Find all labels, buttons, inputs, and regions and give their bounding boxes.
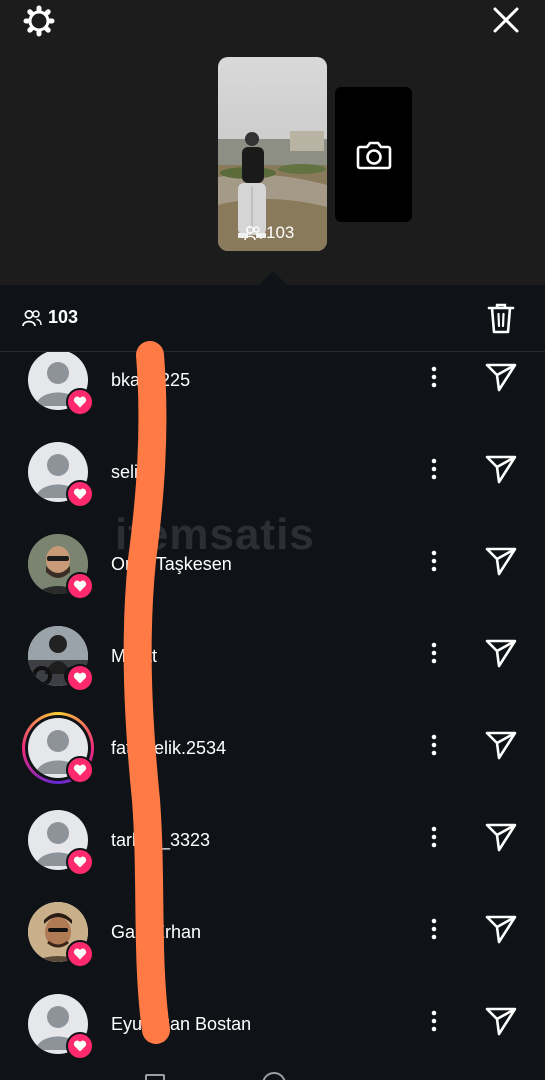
close-button[interactable] bbox=[489, 3, 523, 37]
viewer-username[interactable]: Murat bbox=[111, 646, 157, 667]
viewer-row[interactable]: Eyup Can Bostan bbox=[0, 986, 545, 1078]
gear-icon bbox=[23, 5, 55, 37]
more-vertical-icon bbox=[431, 1010, 437, 1032]
heart-icon bbox=[73, 1040, 87, 1052]
viewer-row[interactable]: fatihcelik.2534 bbox=[0, 710, 545, 802]
more-vertical-icon bbox=[431, 458, 437, 480]
avatar[interactable] bbox=[28, 534, 94, 600]
more-options-button[interactable] bbox=[423, 1006, 445, 1036]
send-message-button[interactable] bbox=[483, 728, 519, 762]
avatar[interactable] bbox=[28, 352, 94, 416]
like-badge bbox=[66, 388, 94, 416]
more-options-button[interactable] bbox=[423, 730, 445, 760]
like-badge bbox=[66, 664, 94, 692]
viewers-total: 103 bbox=[22, 307, 78, 328]
avatar[interactable] bbox=[28, 994, 94, 1060]
story-image bbox=[218, 57, 327, 251]
viewer-username[interactable]: Gazi Erhan bbox=[111, 922, 201, 943]
more-vertical-icon bbox=[431, 366, 437, 388]
story-viewer-overlay: 103 bbox=[244, 223, 294, 243]
viewer-row[interactable]: Gazi Erhan bbox=[0, 894, 545, 986]
send-message-button[interactable] bbox=[483, 1004, 519, 1038]
like-badge bbox=[66, 572, 94, 600]
viewer-row[interactable]: Murat bbox=[0, 618, 545, 710]
camera-icon bbox=[356, 141, 391, 169]
system-nav-hint bbox=[0, 1068, 545, 1080]
settings-button[interactable] bbox=[21, 3, 57, 39]
story-header: 103 bbox=[0, 0, 545, 286]
more-options-button[interactable] bbox=[423, 546, 445, 576]
viewers-icon bbox=[22, 309, 42, 326]
send-message-button[interactable] bbox=[483, 636, 519, 670]
send-icon bbox=[485, 455, 517, 484]
heart-icon bbox=[73, 580, 87, 592]
viewer-username[interactable]: selim bbox=[111, 462, 153, 483]
viewers-list[interactable]: bkaan225 selim Onur Taşkesen Murat fatih… bbox=[0, 352, 545, 1080]
like-badge bbox=[66, 480, 94, 508]
viewer-row[interactable]: bkaan225 bbox=[0, 352, 545, 434]
send-message-button[interactable] bbox=[483, 912, 519, 946]
send-message-button[interactable] bbox=[483, 360, 519, 394]
viewers-header: 103 bbox=[0, 285, 545, 352]
more-vertical-icon bbox=[431, 550, 437, 572]
send-message-button[interactable] bbox=[483, 544, 519, 578]
trash-icon bbox=[487, 303, 515, 334]
delete-story-button[interactable] bbox=[483, 300, 519, 336]
avatar[interactable] bbox=[22, 712, 94, 784]
like-badge bbox=[66, 756, 94, 784]
send-icon bbox=[485, 731, 517, 760]
viewer-username[interactable]: bkaan225 bbox=[111, 370, 190, 391]
story-viewer-count: 103 bbox=[266, 223, 295, 242]
viewer-username[interactable]: Eyup Can Bostan bbox=[111, 1014, 251, 1035]
more-options-button[interactable] bbox=[423, 638, 445, 668]
more-vertical-icon bbox=[431, 826, 437, 848]
viewer-username[interactable]: fatihcelik.2534 bbox=[111, 738, 226, 759]
heart-icon bbox=[73, 948, 87, 960]
selected-story-caret bbox=[258, 271, 288, 286]
avatar[interactable] bbox=[28, 442, 94, 508]
viewers-icon bbox=[244, 226, 262, 241]
send-message-button[interactable] bbox=[483, 452, 519, 486]
send-icon bbox=[485, 547, 517, 576]
watermark: itemsatis bbox=[115, 510, 315, 559]
heart-icon bbox=[73, 764, 87, 776]
more-vertical-icon bbox=[431, 642, 437, 664]
viewer-row[interactable]: tarkus_3323 bbox=[0, 802, 545, 894]
heart-icon bbox=[73, 672, 87, 684]
send-icon bbox=[485, 1007, 517, 1036]
viewer-username[interactable]: tarkus_3323 bbox=[111, 830, 210, 851]
avatar[interactable] bbox=[28, 810, 94, 876]
more-vertical-icon bbox=[431, 918, 437, 940]
story-thumbnail[interactable]: 103 bbox=[218, 57, 327, 251]
like-badge bbox=[66, 1032, 94, 1060]
send-icon bbox=[485, 915, 517, 944]
close-icon bbox=[493, 7, 519, 33]
send-icon bbox=[485, 363, 517, 392]
heart-icon bbox=[73, 396, 87, 408]
more-options-button[interactable] bbox=[423, 822, 445, 852]
heart-icon bbox=[73, 856, 87, 868]
like-badge bbox=[66, 848, 94, 876]
avatar[interactable] bbox=[28, 902, 94, 968]
more-options-button[interactable] bbox=[423, 362, 445, 392]
send-icon bbox=[485, 639, 517, 668]
more-vertical-icon bbox=[431, 734, 437, 756]
more-options-button[interactable] bbox=[423, 454, 445, 484]
heart-icon bbox=[73, 488, 87, 500]
add-story-button[interactable] bbox=[335, 87, 412, 222]
send-icon bbox=[485, 823, 517, 852]
like-badge bbox=[66, 940, 94, 968]
avatar[interactable] bbox=[28, 626, 94, 692]
send-message-button[interactable] bbox=[483, 820, 519, 854]
more-options-button[interactable] bbox=[423, 914, 445, 944]
viewers-total-count: 103 bbox=[48, 307, 79, 327]
